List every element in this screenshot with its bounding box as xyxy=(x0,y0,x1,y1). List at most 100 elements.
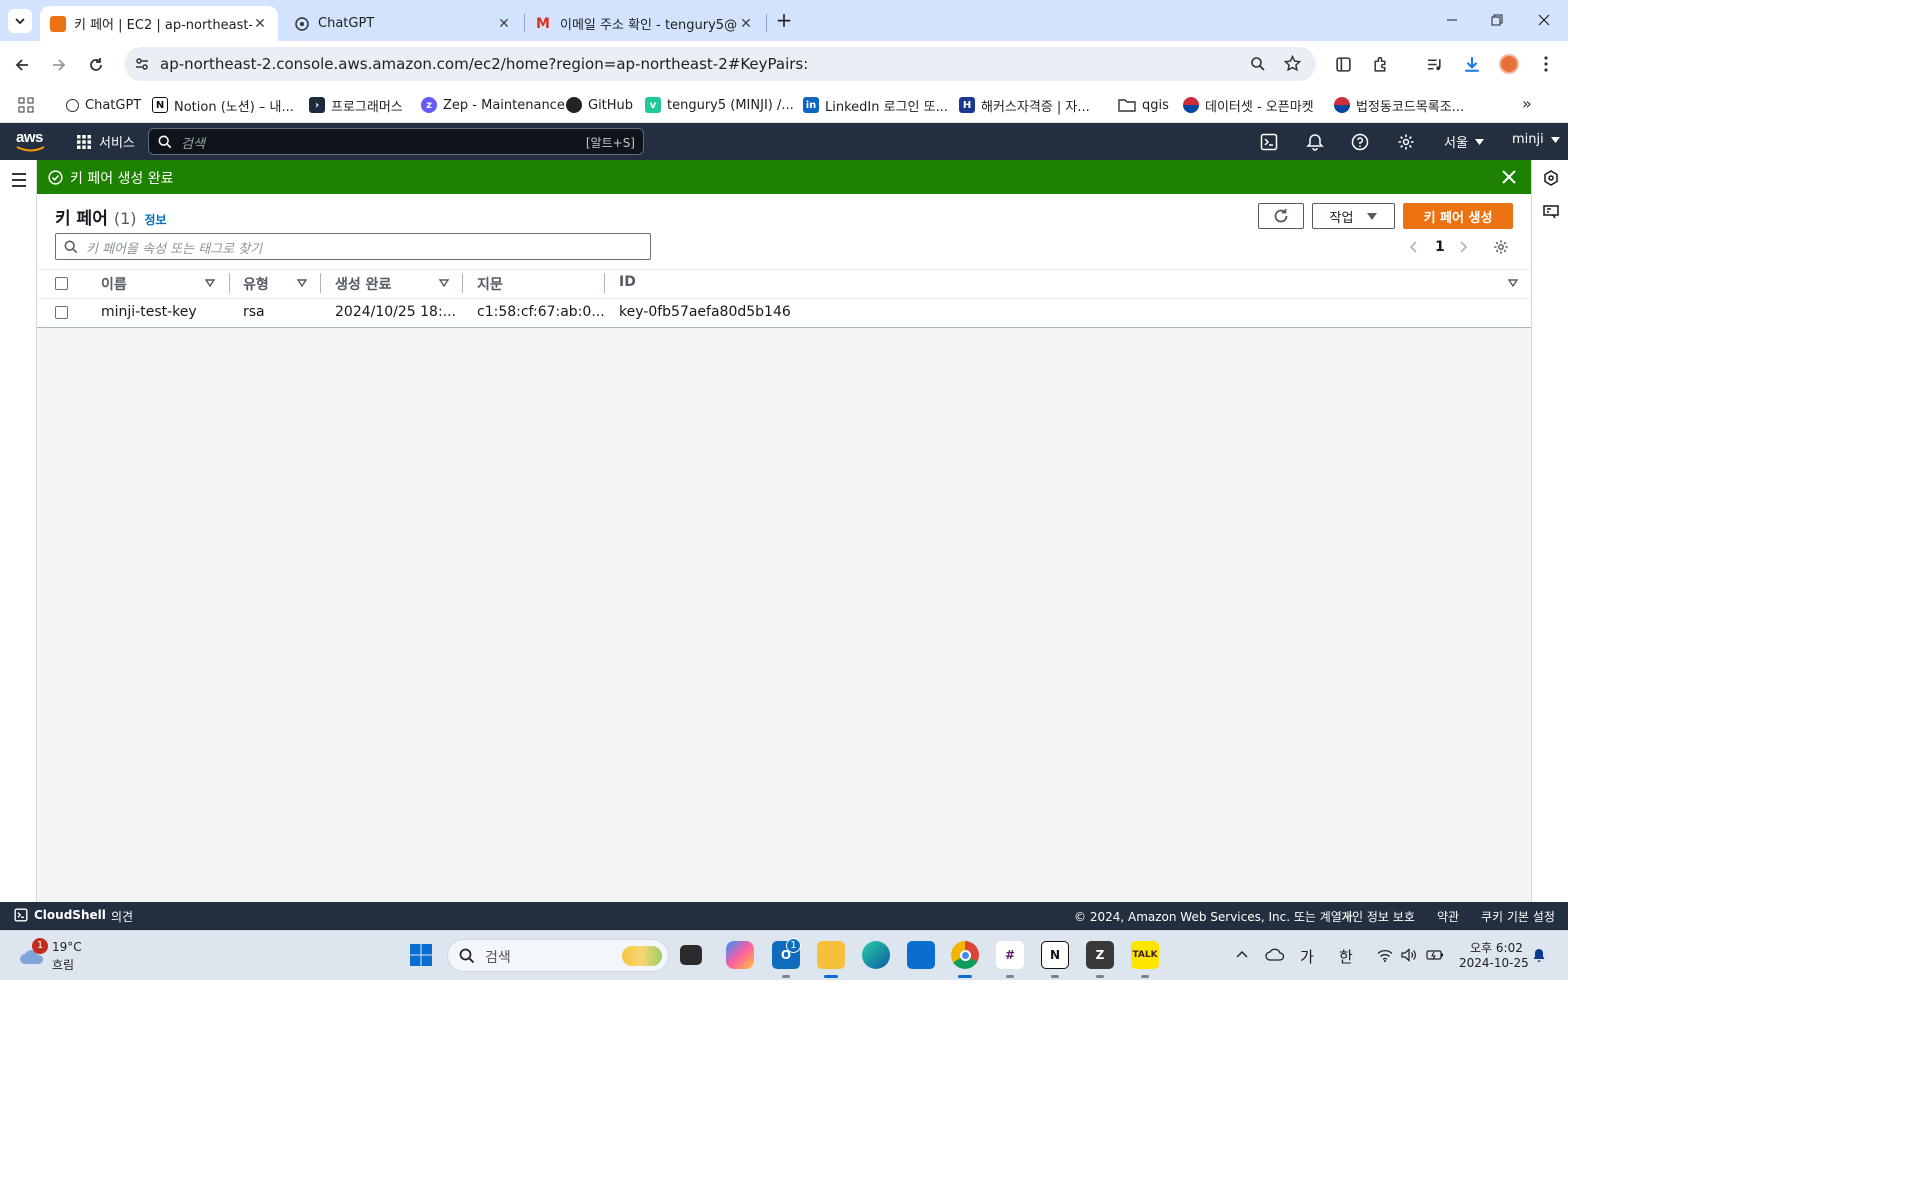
file-explorer-icon[interactable] xyxy=(817,941,845,969)
tab-chatgpt[interactable]: ChatGPT ✕ xyxy=(284,6,522,41)
slack-icon[interactable]: # xyxy=(996,941,1024,969)
cloudshell-icon[interactable] xyxy=(1260,133,1278,151)
close-tab-icon[interactable]: ✕ xyxy=(496,16,512,32)
show-hidden-icons-chevron-icon[interactable] xyxy=(1236,950,1248,958)
column-resizer[interactable] xyxy=(229,273,230,293)
close-window-button[interactable] xyxy=(1532,8,1556,32)
ime-language-indicator[interactable]: 한 xyxy=(1339,946,1353,967)
tab-ec2-keypairs[interactable]: 키 페어 | EC2 | ap-northeast-2 ✕ xyxy=(40,6,278,41)
start-button[interactable] xyxy=(407,941,435,969)
feedback-link[interactable]: 의견 xyxy=(111,908,133,925)
next-page-icon[interactable] xyxy=(1459,241,1469,253)
site-settings-icon[interactable] xyxy=(134,56,150,72)
sort-caret-icon[interactable] xyxy=(297,279,307,287)
close-tab-icon[interactable]: ✕ xyxy=(738,16,754,32)
extensions-puzzle-icon[interactable] xyxy=(1372,56,1389,73)
services-menu-button[interactable]: 서비스 xyxy=(76,132,135,151)
forward-button[interactable] xyxy=(47,53,71,77)
clock-time[interactable]: 오후 6:02 xyxy=(1470,939,1523,956)
bookmark-dataset[interactable]: 데이터셋 - 오픈마켓 xyxy=(1183,93,1314,117)
notifications-bell-icon[interactable] xyxy=(1306,133,1324,151)
notification-bell-icon[interactable] xyxy=(1532,948,1546,963)
bookmark-notion[interactable]: N Notion (노션) – 내... xyxy=(152,93,294,117)
close-tab-icon[interactable]: ✕ xyxy=(252,16,268,32)
weather-widget[interactable]: 1 19°C 흐림 xyxy=(18,938,98,973)
reading-mode-icon[interactable] xyxy=(1335,56,1352,73)
dismiss-flash-icon[interactable] xyxy=(1502,170,1516,184)
hamburger-menu-icon[interactable] xyxy=(11,173,27,187)
sort-caret-icon[interactable] xyxy=(205,279,215,287)
wifi-icon[interactable] xyxy=(1377,949,1393,962)
column-header-name[interactable]: 이름 xyxy=(101,274,127,294)
taskbar-search-box[interactable]: 검색 xyxy=(447,939,669,972)
aws-search-input[interactable]: 검색 [알트+S] xyxy=(148,128,644,155)
sort-caret-icon[interactable] xyxy=(439,279,449,287)
create-key-pair-button[interactable]: 키 페어 생성 xyxy=(1403,203,1513,229)
cloudshell-footer-button[interactable]: CloudShell xyxy=(14,908,106,922)
ms-store-icon[interactable] xyxy=(907,941,935,969)
zoom-icon[interactable] xyxy=(1250,56,1266,72)
bookmark-star-icon[interactable] xyxy=(1284,55,1301,72)
tab-gmail[interactable]: M 이메일 주소 확인 - tengury5@ ✕ xyxy=(526,6,764,41)
apps-grid-icon[interactable] xyxy=(18,97,34,113)
restore-window-button[interactable] xyxy=(1485,8,1509,32)
cookie-preferences-link[interactable]: 쿠키 기본 설정 xyxy=(1481,908,1555,925)
minimize-window-button[interactable] xyxy=(1440,8,1464,32)
download-icon[interactable] xyxy=(1463,55,1481,73)
bookmark-zep[interactable]: z Zep - Maintenance xyxy=(421,93,565,117)
bookmark-chatgpt[interactable]: ChatGPT xyxy=(66,93,141,117)
settings-gear-icon[interactable] xyxy=(1397,133,1415,151)
address-bar[interactable]: ap-northeast-2.console.aws.amazon.com/ec… xyxy=(124,47,1316,81)
key-pair-filter-input[interactable]: 키 페어을 속성 또는 태그로 찾기 xyxy=(55,233,651,260)
account-menu[interactable]: minji xyxy=(1512,132,1560,147)
refresh-button[interactable] xyxy=(1258,203,1304,229)
bookmark-velog[interactable]: v tengury5 (MINJI) /... xyxy=(645,93,794,117)
back-button[interactable] xyxy=(10,53,34,77)
bookmark-hackers[interactable]: H 해커스자격증 | 자... xyxy=(959,93,1090,117)
zep-app-icon[interactable]: Z xyxy=(1086,941,1114,969)
bookmark-legal-dong-code[interactable]: 법정동코드목록조... xyxy=(1334,93,1464,117)
bookmark-programmers[interactable]: › 프로그래머스 xyxy=(309,93,403,117)
ime-mode-indicator[interactable]: 가 xyxy=(1300,946,1314,967)
more-bookmarks-button[interactable]: » xyxy=(1522,94,1532,113)
column-resizer[interactable] xyxy=(462,273,463,293)
column-header-type[interactable]: 유형 xyxy=(243,274,269,294)
select-all-checkbox[interactable] xyxy=(55,277,68,290)
volume-icon[interactable] xyxy=(1401,948,1417,962)
region-selector[interactable]: 서울 xyxy=(1444,132,1484,151)
help-icon[interactable] xyxy=(1351,133,1369,151)
aws-logo[interactable]: aws xyxy=(16,129,48,153)
media-control-icon[interactable] xyxy=(1426,56,1443,73)
bookmark-github[interactable]: GitHub xyxy=(566,93,633,117)
row-select-checkbox[interactable] xyxy=(55,306,68,319)
copilot-icon[interactable] xyxy=(726,941,754,969)
hexagon-info-icon[interactable] xyxy=(1543,170,1559,186)
bookmark-folder-qgis[interactable]: qgis xyxy=(1118,93,1169,117)
table-preferences-gear-icon[interactable] xyxy=(1493,239,1509,255)
previous-page-icon[interactable] xyxy=(1408,241,1418,253)
column-resizer[interactable] xyxy=(604,273,605,293)
task-view-icon[interactable] xyxy=(680,945,702,965)
kakaotalk-icon[interactable]: TALK xyxy=(1131,941,1159,969)
sort-caret-icon[interactable] xyxy=(1508,279,1518,287)
column-resizer[interactable] xyxy=(320,273,321,293)
bookmark-linkedin[interactable]: in LinkedIn 로그인 또... xyxy=(803,93,948,117)
profile-avatar[interactable] xyxy=(1499,54,1519,74)
chrome-icon[interactable] xyxy=(951,941,979,969)
more-menu-icon[interactable] xyxy=(1538,55,1554,73)
onedrive-cloud-icon[interactable] xyxy=(1265,948,1285,961)
column-header-fingerprint[interactable]: 지문 xyxy=(477,274,503,294)
feedback-panel-icon[interactable] xyxy=(1543,204,1559,220)
battery-icon[interactable] xyxy=(1426,948,1444,962)
terms-link[interactable]: 약관 xyxy=(1437,908,1459,925)
column-header-id[interactable]: ID xyxy=(619,274,636,290)
tab-search-button[interactable] xyxy=(8,9,32,33)
actions-dropdown[interactable]: 작업 xyxy=(1312,203,1395,229)
current-page-number[interactable]: 1 xyxy=(1435,239,1445,255)
privacy-link[interactable]: 개인 정보 보호 xyxy=(1341,908,1415,925)
edge-icon[interactable] xyxy=(862,941,890,969)
column-header-created[interactable]: 생성 완료 xyxy=(335,274,391,294)
info-link[interactable]: 정보 xyxy=(145,211,167,228)
clock-date[interactable]: 2024-10-25 xyxy=(1459,956,1529,970)
notion-icon[interactable]: N xyxy=(1041,941,1069,969)
